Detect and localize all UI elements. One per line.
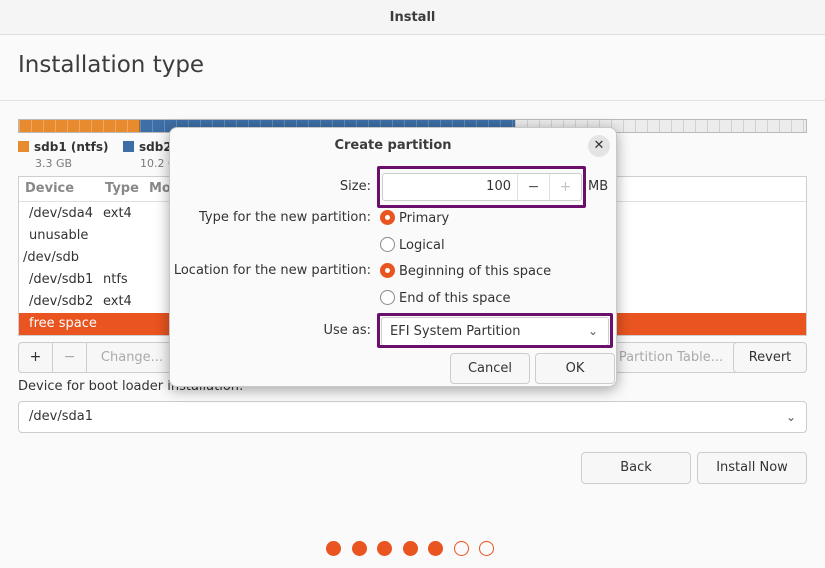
column-device[interactable]: Device (25, 181, 74, 196)
radio-unchecked-icon (380, 290, 395, 305)
radio-logical[interactable]: Logical (380, 237, 445, 253)
new-partition-table-button[interactable]: Partition Table... (615, 343, 727, 372)
remove-partition-button[interactable]: − (53, 343, 87, 372)
legend-swatch (123, 141, 134, 152)
row-device: free space (29, 316, 97, 331)
legend-item-sdb1: sdb1 (ntfs) 3.3 GB (18, 140, 109, 170)
page-title: Installation type (18, 52, 205, 78)
progress-dots (326, 541, 494, 556)
type-label: Type for the new partition: (198, 210, 371, 225)
use-as-highlight-box (377, 313, 613, 348)
row-device: /dev/sdb1 (29, 272, 94, 287)
legend-swatch (18, 141, 29, 152)
radio-label: Logical (399, 238, 445, 253)
dialog-title: Create partition (334, 138, 452, 153)
size-unit: MB (588, 179, 609, 194)
legend-item-sdb2: sdb2 10.2 G (123, 140, 177, 170)
size-label: Size: (339, 179, 371, 194)
legend-name: sdb1 (ntfs) (34, 140, 109, 154)
column-type[interactable]: Type (105, 181, 139, 196)
radio-end[interactable]: End of this space (380, 290, 511, 306)
radio-primary[interactable]: Primary (380, 210, 449, 226)
radio-label: End of this space (399, 291, 511, 306)
row-device: /dev/sdb2 (29, 294, 94, 309)
close-icon[interactable]: ✕ (588, 135, 610, 157)
boot-loader-select[interactable]: /dev/sda1 ⌄ (18, 401, 807, 433)
window-title: Install (0, 0, 825, 35)
change-partition-button[interactable]: Change... (87, 343, 177, 372)
use-as-label: Use as: (323, 323, 371, 338)
revert-button[interactable]: Revert (733, 342, 807, 373)
radio-label: Beginning of this space (399, 264, 552, 279)
row-type: ext4 (103, 294, 132, 309)
ok-button[interactable]: OK (535, 353, 615, 384)
size-highlight-box (377, 166, 586, 208)
radio-label: Primary (399, 211, 450, 226)
progress-dot-pending (453, 541, 469, 556)
row-type: ext4 (103, 206, 132, 221)
column-mount[interactable]: Mo (149, 181, 171, 196)
radio-unchecked-icon (380, 237, 395, 252)
row-device: /dev/sda4 (29, 206, 93, 221)
progress-dot-done (377, 541, 392, 556)
radio-checked-icon (380, 263, 395, 278)
progress-dot-done (402, 541, 418, 556)
radio-beginning[interactable]: Beginning of this space (380, 263, 551, 279)
progress-dot-pending (479, 541, 494, 556)
back-button[interactable]: Back (581, 452, 691, 484)
boot-loader-value: /dev/sda1 (29, 409, 93, 424)
radio-checked-icon (380, 210, 395, 225)
progress-dot-done (326, 541, 341, 556)
progress-dot-done (351, 541, 367, 556)
divider (0, 100, 825, 101)
install-now-button[interactable]: Install Now (697, 452, 807, 484)
row-device: /dev/sdb (23, 250, 79, 265)
add-partition-button[interactable]: + (19, 343, 53, 372)
chevron-down-icon: ⌄ (785, 410, 796, 424)
row-device: unusable (29, 228, 89, 243)
progress-dot-done (428, 541, 443, 556)
legend-size: 3.3 GB (35, 157, 73, 170)
row-type: ntfs (103, 272, 128, 287)
partition-segment-sdb1 (19, 120, 140, 132)
create-partition-dialog: Create partition ✕ Size: 100 − + MB Type… (169, 127, 617, 387)
location-label: Location for the new partition: (173, 263, 371, 278)
cancel-button[interactable]: Cancel (450, 353, 530, 384)
legend-name: sdb2 (139, 140, 172, 154)
